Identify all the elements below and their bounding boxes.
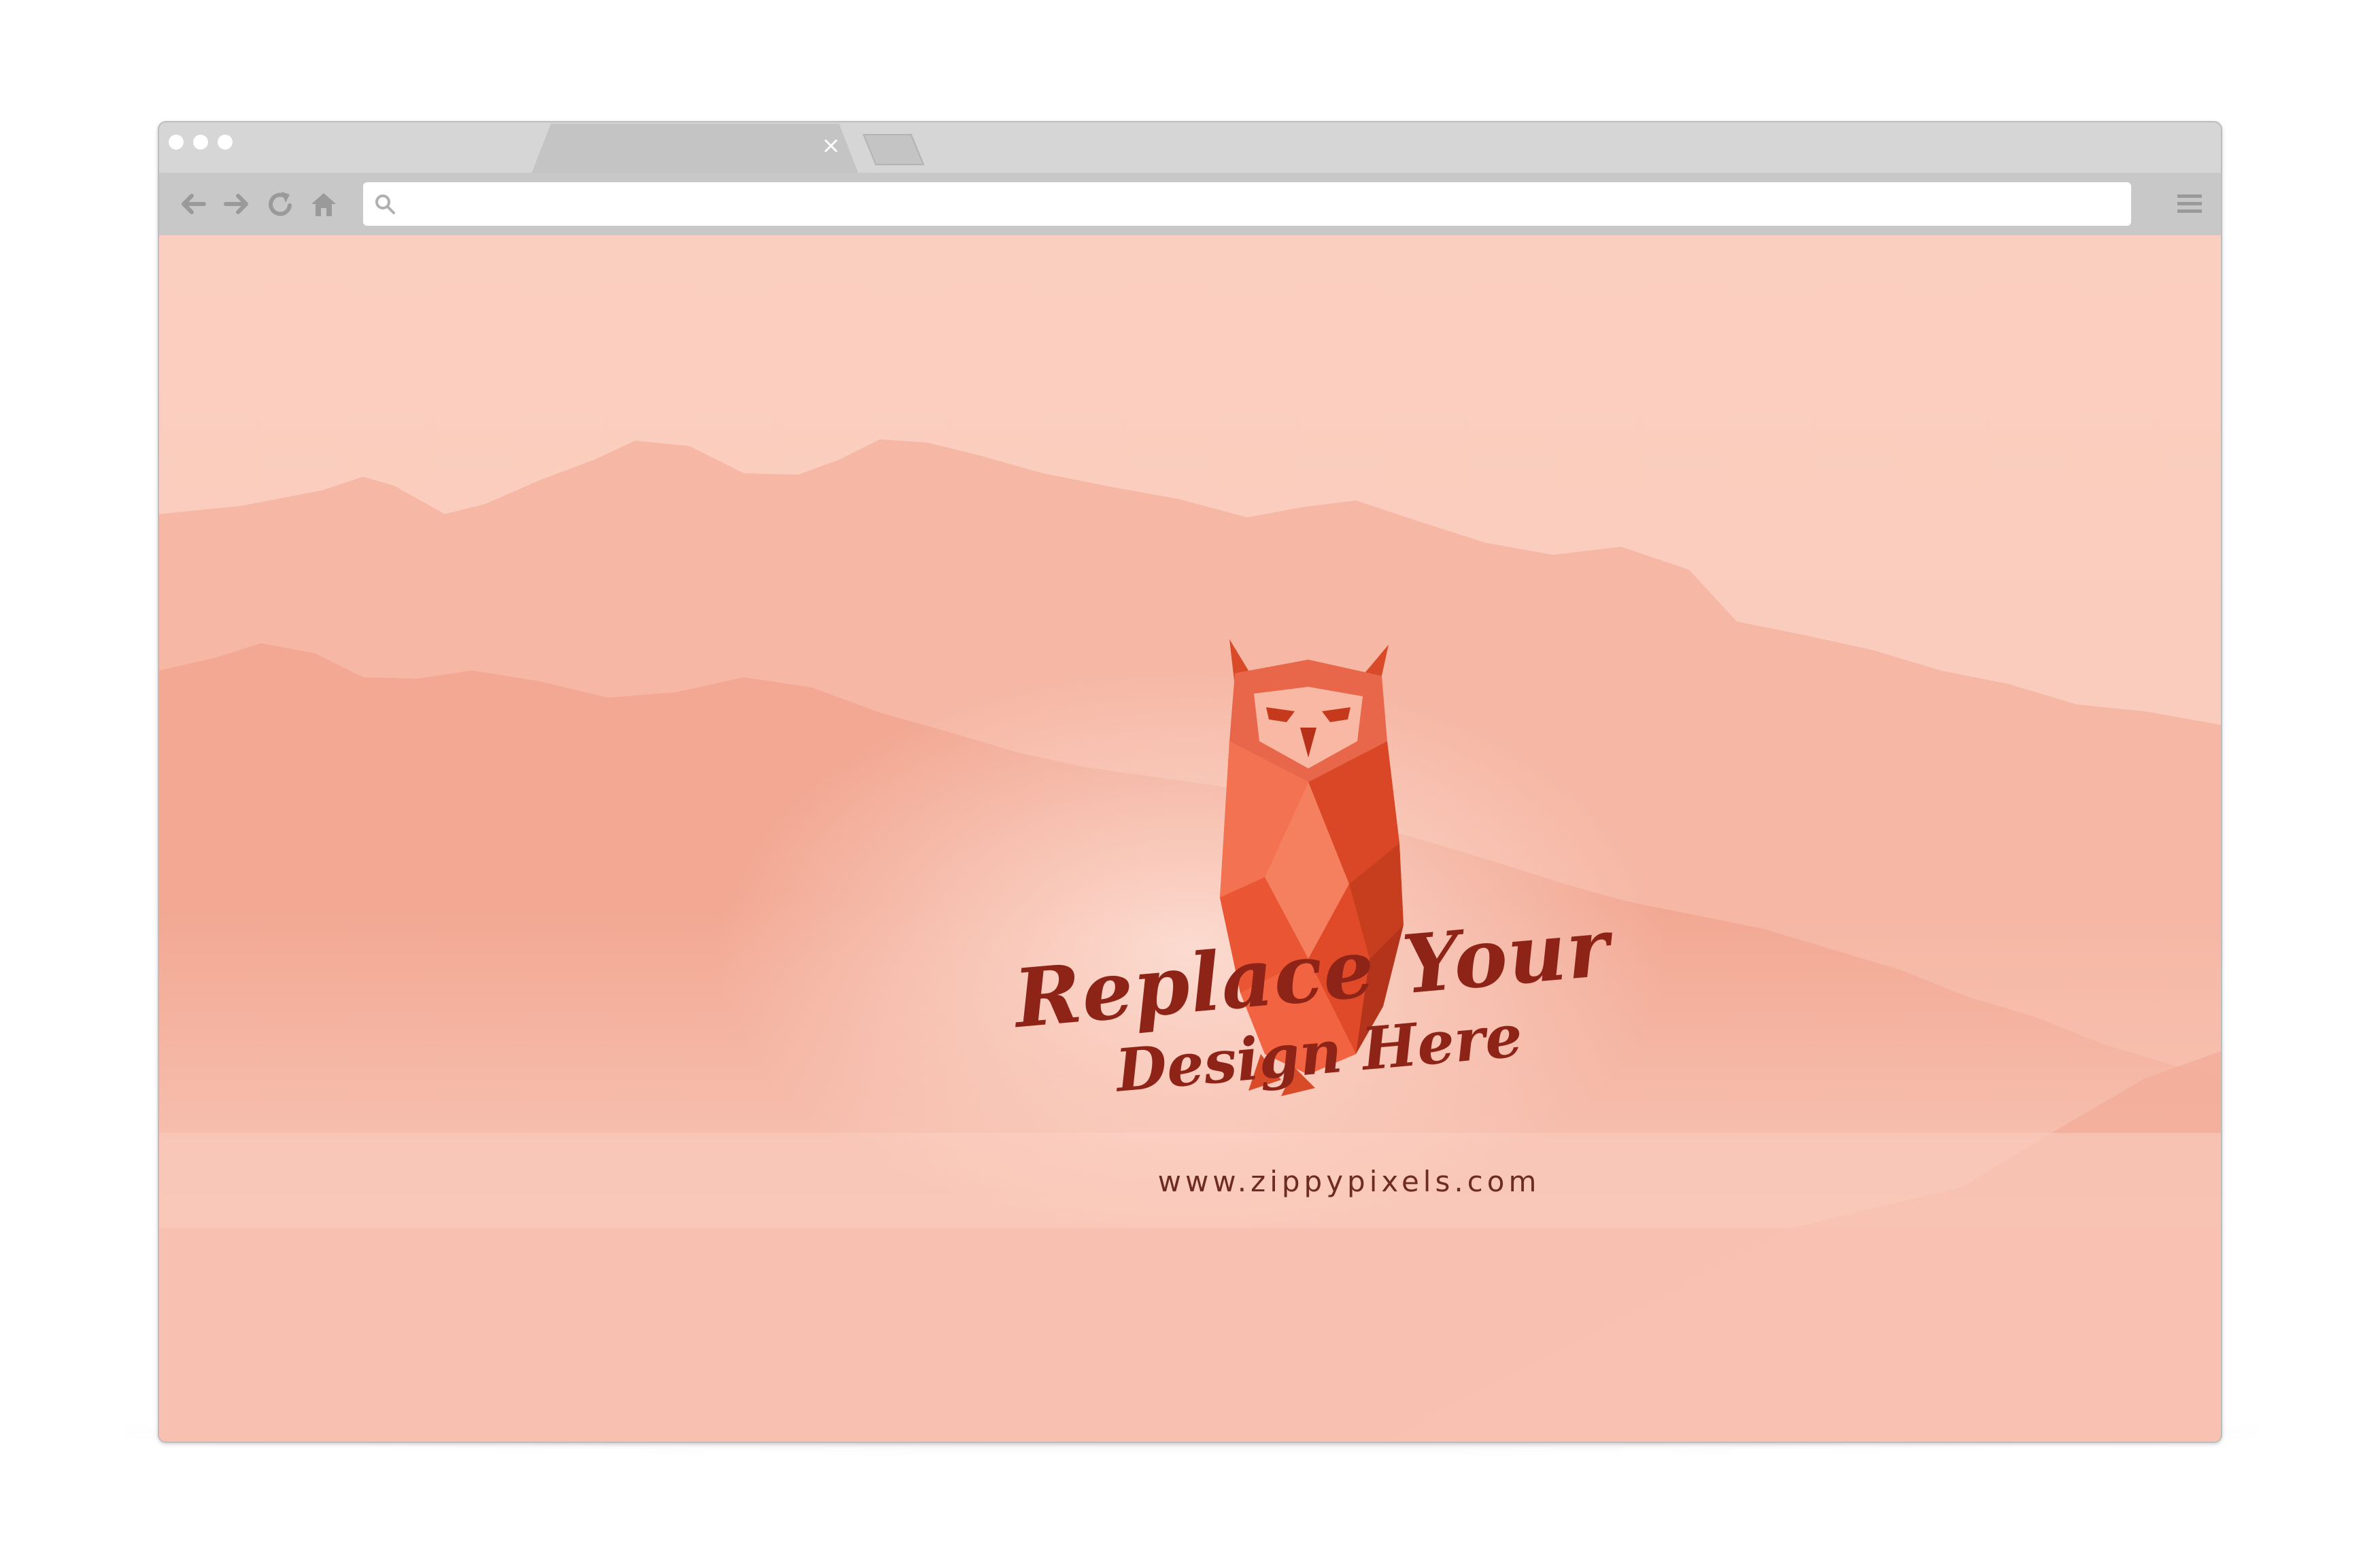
window-maximize-button[interactable] <box>218 135 233 150</box>
address-bar[interactable] <box>363 182 2131 226</box>
active-tab[interactable] <box>532 122 858 173</box>
mountain-background <box>159 235 2221 1442</box>
tab-bar: × <box>159 122 2221 173</box>
browser-window: × Replace Your Design Here www.zippypixe… <box>158 121 2222 1443</box>
mockup-stage: × Replace Your Design Here www.zippypixe… <box>0 0 2380 1564</box>
arrow-left-icon[interactable] <box>177 188 209 220</box>
arrow-right-icon[interactable] <box>220 188 253 220</box>
window-minimize-button[interactable] <box>193 135 208 150</box>
hamburger-menu-icon[interactable] <box>2173 188 2206 220</box>
new-tab-button[interactable] <box>860 129 928 170</box>
address-input[interactable] <box>404 188 2107 222</box>
toolbar <box>159 173 2221 235</box>
home-icon[interactable] <box>307 188 340 220</box>
window-close-button[interactable] <box>169 135 184 150</box>
reload-icon[interactable] <box>264 188 296 220</box>
search-icon <box>375 194 395 214</box>
tab-close-icon[interactable]: × <box>817 132 845 159</box>
site-url-text: www.zippypixels.com <box>1157 1165 1541 1198</box>
page-viewport: Replace Your Design Here www.zippypixels… <box>159 235 2221 1442</box>
